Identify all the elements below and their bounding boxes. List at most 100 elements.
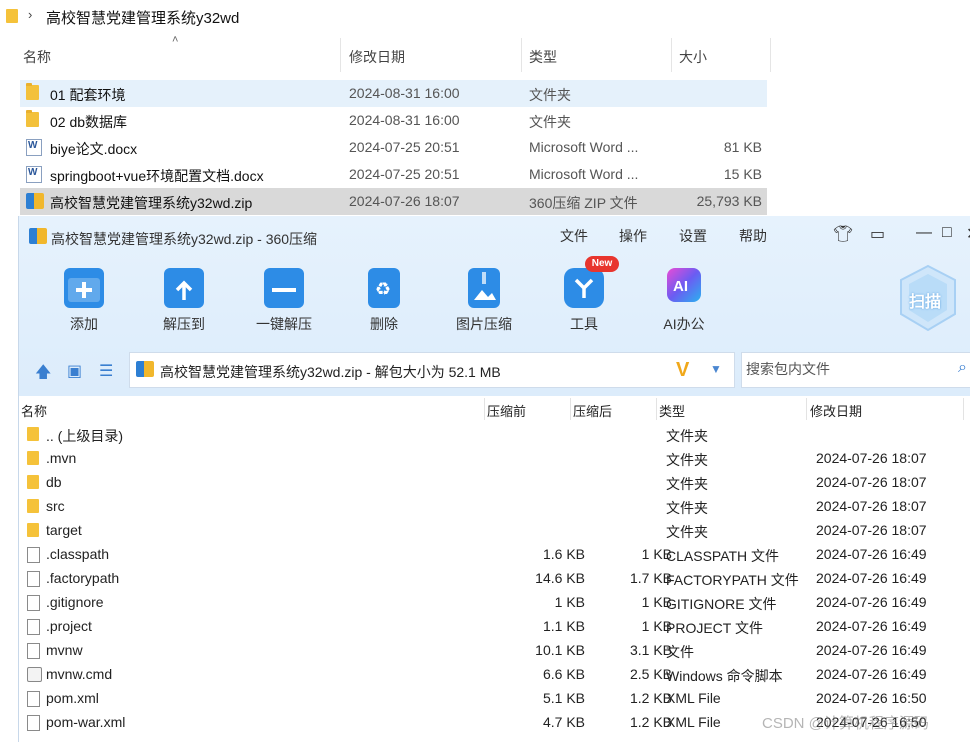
archive-row[interactable]: .. (上级目录) 文件夹 bbox=[19, 423, 970, 447]
toolbar-delete-button[interactable]: ♻ 删除 bbox=[339, 262, 429, 332]
menu-operation[interactable]: 操作 bbox=[619, 226, 647, 246]
file-size: 15 KB bbox=[723, 166, 762, 182]
column-size[interactable]: 大小 bbox=[679, 47, 707, 67]
breadcrumb[interactable]: 高校智慧党建管理系统y32wd bbox=[46, 7, 239, 28]
search-icon[interactable]: ⌕ bbox=[958, 359, 967, 377]
column-name[interactable]: 名称 bbox=[21, 401, 47, 420]
file-name: biye论文.docx bbox=[50, 141, 138, 157]
archive-row[interactable]: .factorypath 14.6 KB 1.7 KB FACTORYPATH … bbox=[19, 567, 970, 591]
entry-type: GITIGNORE 文件 bbox=[666, 596, 777, 612]
file-date: 2024-08-31 16:00 bbox=[349, 85, 460, 101]
menu-help[interactable]: 帮助 bbox=[739, 226, 767, 246]
menu-file[interactable]: 文件 bbox=[560, 226, 588, 246]
entry-size-before: 4.7 KB bbox=[542, 714, 585, 730]
archive-row[interactable]: pom.xml 5.1 KB 1.2 KB XML File 2024-07-2… bbox=[19, 687, 970, 711]
entry-date: 2024-07-26 18:07 bbox=[816, 450, 927, 466]
column-divider[interactable] bbox=[570, 398, 571, 420]
entry-name: .project bbox=[46, 618, 92, 634]
column-divider[interactable] bbox=[340, 38, 341, 72]
toolbar-extract-button[interactable]: 解压到 bbox=[139, 262, 229, 332]
column-divider[interactable] bbox=[806, 398, 807, 420]
window-title: 高校智慧党建管理系统y32wd.zip - 360压缩 bbox=[51, 231, 318, 247]
archive-row[interactable]: .classpath 1.6 KB 1 KB CLASSPATH 文件 2024… bbox=[19, 543, 970, 567]
entry-date: 2024-07-26 16:49 bbox=[816, 546, 927, 562]
column-type[interactable]: 类型 bbox=[529, 47, 557, 67]
file-type: Microsoft Word ... bbox=[529, 166, 639, 182]
file-row[interactable]: biye论文.docx 2024-07-25 20:51 Microsoft W… bbox=[20, 134, 767, 161]
toolbar-label: 添加 bbox=[70, 316, 98, 332]
archive-row[interactable]: .project 1.1 KB 1 KB PROJECT 文件 2024-07-… bbox=[19, 615, 970, 639]
shirt-skin-icon[interactable]: 👕︎ bbox=[833, 224, 853, 244]
maximize-icon[interactable]: □ bbox=[942, 224, 952, 242]
column-divider[interactable] bbox=[521, 38, 522, 72]
file-icon bbox=[27, 571, 40, 587]
entry-date: 2024-07-26 16:49 bbox=[816, 618, 927, 634]
toolbar-image-compress-button[interactable]: 图片压缩 bbox=[439, 262, 529, 332]
archive-row[interactable]: src 文件夹 2024-07-26 18:07 bbox=[19, 495, 970, 519]
add-icon bbox=[64, 268, 104, 308]
column-divider[interactable] bbox=[484, 398, 485, 420]
file-date: 2024-07-25 20:51 bbox=[349, 166, 460, 182]
close-icon[interactable]: ✕ bbox=[966, 224, 970, 244]
feedback-icon[interactable]: ▭ bbox=[870, 224, 885, 244]
entry-name: .mvn bbox=[46, 450, 77, 466]
entry-size-before: 1 KB bbox=[554, 594, 585, 610]
column-name[interactable]: 名称 bbox=[23, 47, 51, 67]
search-box[interactable]: ⌕ bbox=[741, 352, 970, 388]
column-divider[interactable] bbox=[770, 38, 771, 72]
folder-icon bbox=[27, 523, 39, 537]
archive-row[interactable]: db 文件夹 2024-07-26 18:07 bbox=[19, 471, 970, 495]
explorer-address-bar[interactable]: › 高校智慧党建管理系统y32wd bbox=[0, 0, 970, 32]
column-type[interactable]: 类型 bbox=[659, 401, 685, 420]
toolbar-ai-office-button[interactable]: AI AI办公 bbox=[639, 262, 729, 332]
column-modified[interactable]: 修改日期 bbox=[810, 401, 862, 420]
file-row[interactable]: 02 db数据库 2024-08-31 16:00 文件夹 bbox=[20, 107, 767, 134]
archive-row[interactable]: mvnw.cmd 6.6 KB 2.5 KB Windows 命令脚本 2024… bbox=[19, 663, 970, 687]
up-level-icon[interactable]: 🡅︎ bbox=[35, 361, 51, 388]
file-name: 02 db数据库 bbox=[50, 114, 128, 130]
file-size: 81 KB bbox=[723, 139, 762, 155]
toolbar-one-click-extract-button[interactable]: 一键解压 bbox=[239, 262, 329, 332]
address-text: 高校智慧党建管理系统y32wd.zip - 解包大小为 52.1 MB bbox=[160, 364, 501, 380]
minimize-icon[interactable]: — bbox=[916, 224, 932, 242]
extract-icon bbox=[164, 268, 204, 308]
column-before[interactable]: 压缩前 bbox=[487, 401, 526, 420]
archive-row[interactable]: target 文件夹 2024-07-26 18:07 bbox=[19, 519, 970, 543]
column-divider[interactable] bbox=[963, 398, 964, 420]
menu-settings[interactable]: 设置 bbox=[679, 226, 707, 246]
new-badge: New bbox=[585, 256, 619, 272]
archive-row[interactable]: .gitignore 1 KB 1 KB GITIGNORE 文件 2024-0… bbox=[19, 591, 970, 615]
scan-label: 扫描 bbox=[909, 294, 942, 311]
file-icon bbox=[27, 547, 40, 563]
folder-icon bbox=[27, 427, 39, 441]
entry-date: 2024-07-26 16:49 bbox=[816, 594, 927, 610]
zip-header: 高校智慧党建管理系统y32wd.zip - 360压缩 文件 操作 设置 帮助 … bbox=[19, 216, 970, 396]
file-row[interactable]: 01 配套环境 2024-08-31 16:00 文件夹 bbox=[20, 80, 767, 107]
entry-size-before: 1.1 KB bbox=[542, 618, 585, 634]
file-row[interactable]: 高校智慧党建管理系统y32wd.zip 2024-07-26 18:07 360… bbox=[20, 188, 767, 215]
entry-name: target bbox=[46, 522, 82, 538]
column-divider[interactable] bbox=[656, 398, 657, 420]
column-modified[interactable]: 修改日期 bbox=[349, 47, 405, 67]
v-logo-icon[interactable]: V bbox=[676, 359, 689, 382]
scan-button[interactable]: 扫描 bbox=[897, 262, 959, 334]
thumbnail-view-icon[interactable]: ▣ bbox=[67, 361, 82, 381]
zip-navigation-bar: 🡅︎ ▣ ☰ 高校智慧党建管理系统y32wd.zip - 解包大小为 52.1 … bbox=[19, 348, 970, 394]
list-view-icon[interactable]: ☰ bbox=[99, 361, 113, 381]
search-input[interactable] bbox=[746, 361, 956, 377]
column-after[interactable]: 压缩后 bbox=[573, 401, 612, 420]
entry-name: .gitignore bbox=[46, 594, 104, 610]
zip-address-bar[interactable]: 高校智慧党建管理系统y32wd.zip - 解包大小为 52.1 MB V ▼ bbox=[129, 352, 735, 388]
column-divider[interactable] bbox=[671, 38, 672, 72]
archive-row[interactable]: mvnw 10.1 KB 3.1 KB 文件 2024-07-26 16:49 bbox=[19, 639, 970, 663]
dropdown-arrow-icon[interactable]: ▼ bbox=[710, 362, 722, 376]
entry-type: FACTORYPATH 文件 bbox=[666, 572, 799, 588]
zip-archive-icon bbox=[136, 361, 154, 377]
toolbar-label: 一键解压 bbox=[256, 316, 312, 332]
archive-row[interactable]: .mvn 文件夹 2024-07-26 18:07 bbox=[19, 447, 970, 471]
toolbar-label: 删除 bbox=[370, 316, 398, 332]
file-name: 高校智慧党建管理系统y32wd.zip bbox=[50, 195, 253, 211]
entry-date: 2024-07-26 16:49 bbox=[816, 666, 927, 682]
toolbar-add-button[interactable]: 添加 bbox=[39, 262, 129, 332]
file-row[interactable]: springboot+vue环境配置文档.docx 2024-07-25 20:… bbox=[20, 161, 767, 188]
